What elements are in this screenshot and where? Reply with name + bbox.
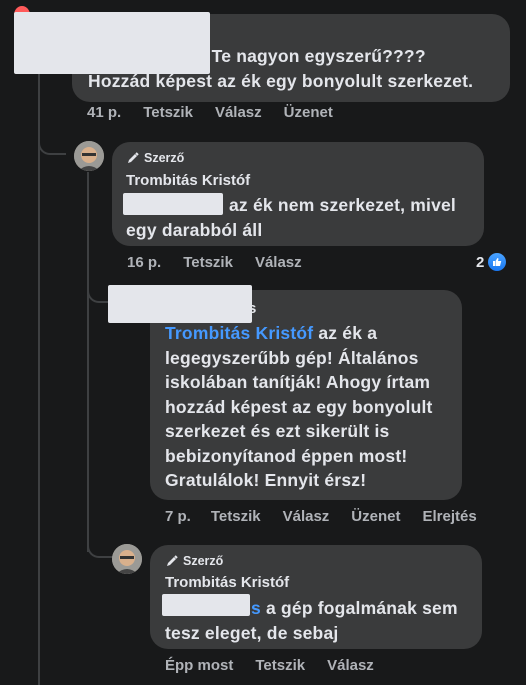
reply-button[interactable]: Válasz [255,254,302,271]
reaction-count[interactable]: 2 [476,253,507,271]
message-button[interactable]: Üzenet [284,104,333,121]
timestamp: 7 p. [165,508,191,525]
like-button[interactable]: Tetszik [255,657,305,674]
thread-line-2 [87,172,89,552]
comment-actions: 41 p. Tetszik Válasz Üzenet [87,104,355,121]
mention-link[interactable]: s [251,598,261,618]
reply-button[interactable]: Válasz [283,508,330,525]
timestamp: 41 p. [87,104,122,121]
comment-text: Trombitás Kristóf az ék a legegyszerűbb … [165,323,433,490]
author-name[interactable]: Trombitás Kristóf [165,574,289,591]
pen-icon [167,555,178,566]
like-icon [488,253,507,271]
pen-icon [128,152,139,163]
mention-link[interactable]: Trombitás Kristóf [165,323,313,343]
timestamp: 16 p. [127,254,162,271]
comment-text: Milyen ellenár Te nagyon egyszerű???? Ho… [88,46,474,91]
author-tag: Szerző [126,151,184,165]
timestamp: Épp most [165,657,234,674]
author-name[interactable]: Trombitás Kristóf [126,172,250,189]
thread-connector [87,540,115,558]
comment-text: s a gép fogalmának sem tesz eleget, de s… [165,598,458,643]
thread-connector [38,135,66,155]
message-button[interactable]: Üzenet [351,508,400,525]
like-button[interactable]: Tetszik [183,254,233,271]
thread-line [38,20,40,685]
avatar[interactable] [74,141,104,171]
reply-button[interactable]: Válasz [215,104,262,121]
comment-actions: Épp most Tetszik Válasz [165,657,396,674]
like-button[interactable]: Tetszik [143,104,193,121]
like-button[interactable]: Tetszik [211,508,261,525]
author-name-tail: s [248,300,257,317]
reply-button[interactable]: Válasz [327,657,374,674]
avatar[interactable] [112,544,142,574]
hide-button[interactable]: Elrejtés [422,508,476,525]
comment-actions: 16 p. Tetszik Válasz [127,254,324,271]
redacted-name [108,285,252,323]
comment-actions: 7 p. Tetszik Válasz Üzenet Elrejtés [165,508,477,525]
comment-text: az ék nem szerkezet, mivel egy darabból … [126,195,456,240]
author-tag: Szerző [165,554,223,568]
